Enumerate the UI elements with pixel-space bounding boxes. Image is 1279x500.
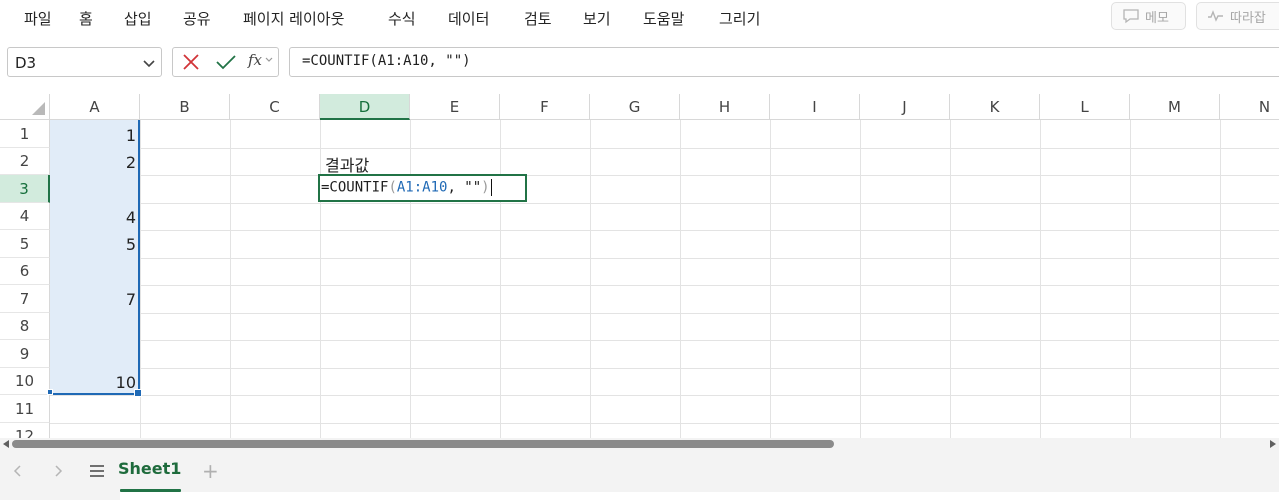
scroll-left-icon[interactable] — [3, 440, 9, 448]
tab-help[interactable]: 도움말 — [643, 8, 684, 29]
column-header-j[interactable]: J — [860, 94, 950, 120]
confirm-icon[interactable] — [215, 53, 237, 71]
formula-actions: fx — [172, 47, 279, 77]
insert-function-button[interactable]: fx — [248, 51, 273, 69]
column-header-k[interactable]: K — [950, 94, 1040, 120]
column-header-h[interactable]: H — [680, 94, 770, 120]
row-header-7[interactable]: 7 — [0, 285, 50, 313]
name-box-value: D3 — [15, 54, 37, 72]
row-header-6[interactable]: 6 — [0, 258, 50, 285]
row-header-8[interactable]: 8 — [0, 313, 50, 340]
cell-d2[interactable]: 결과값 — [325, 152, 369, 176]
formula-input[interactable]: =COUNTIF(A1:A10, "") — [289, 47, 1279, 77]
catch-up-button[interactable]: 따라잡 — [1196, 2, 1279, 30]
horizontal-scrollbar[interactable] — [0, 438, 1279, 450]
cell-a4[interactable]: 4 — [50, 208, 136, 227]
fx-icon: fx — [248, 51, 263, 69]
previous-sheet-icon[interactable] — [8, 461, 28, 481]
ribbon-menu: 파일 홈 삽입 공유 페이지 레이아웃 수식 데이터 검토 보기 도움말 그리기… — [0, 0, 1279, 36]
cell-a7[interactable]: 7 — [50, 290, 136, 309]
comments-label: 메모 — [1145, 10, 1169, 26]
cell-a10[interactable]: 10 — [50, 373, 136, 392]
select-all-button[interactable] — [0, 94, 50, 120]
scrollbar-thumb[interactable] — [12, 440, 834, 448]
cell-a2[interactable]: 2 — [50, 153, 136, 172]
column-header-c[interactable]: C — [230, 94, 320, 120]
tab-review[interactable]: 검토 — [524, 8, 552, 29]
column-header-l[interactable]: L — [1040, 94, 1130, 120]
column-header-d[interactable]: D — [320, 94, 410, 120]
column-header-m[interactable]: M — [1130, 94, 1220, 120]
row-header-3[interactable]: 3 — [0, 175, 50, 203]
row-header-1[interactable]: 1 — [0, 120, 50, 148]
tab-insert[interactable]: 삽입 — [124, 8, 152, 29]
activity-icon — [1207, 9, 1225, 23]
catch-up-label: 따라잡 — [1230, 10, 1266, 26]
chevron-down-icon[interactable] — [142, 55, 156, 74]
tab-draw[interactable]: 그리기 — [719, 8, 760, 29]
row-header-10[interactable]: 10 — [0, 368, 50, 395]
column-header-a[interactable]: A — [50, 94, 140, 120]
column-header-b[interactable]: B — [140, 94, 230, 120]
tab-file[interactable]: 파일 — [24, 8, 52, 29]
row-header-2[interactable]: 2 — [0, 148, 50, 175]
column-header-e[interactable]: E — [410, 94, 500, 120]
cell-a5[interactable]: 5 — [50, 235, 136, 254]
column-header-i[interactable]: I — [770, 94, 860, 120]
tab-view[interactable]: 보기 — [583, 8, 611, 29]
column-header-n[interactable]: N — [1220, 94, 1279, 120]
active-cell-formula: =COUNTIF(A1:A10, "") — [321, 179, 492, 196]
name-box[interactable]: D3 — [7, 47, 162, 77]
row-header-5[interactable]: 5 — [0, 230, 50, 258]
status-bar — [120, 492, 1279, 500]
row-header-4[interactable]: 4 — [0, 203, 50, 230]
row-header-12[interactable]: 12 — [0, 423, 50, 438]
cancel-icon[interactable] — [181, 53, 201, 71]
column-header-g[interactable]: G — [590, 94, 680, 120]
formula-text: =COUNTIF(A1:A10, "") — [302, 53, 471, 69]
scroll-right-icon[interactable] — [1270, 440, 1276, 448]
active-cell-editor[interactable]: =COUNTIF(A1:A10, "") — [318, 174, 527, 202]
text-cursor — [490, 179, 492, 196]
range-reference: A1:A10 — [396, 179, 448, 196]
spreadsheet-grid[interactable]: A B C D E F G H I J K L M N 1 2 3 4 5 6 … — [0, 94, 1279, 438]
comment-icon — [1122, 8, 1140, 24]
tab-page-layout[interactable]: 페이지 레이아웃 — [243, 8, 344, 29]
tab-data[interactable]: 데이터 — [448, 8, 489, 29]
chevron-down-icon — [265, 57, 273, 62]
add-sheet-button[interactable]: + — [202, 459, 219, 483]
tab-share[interactable]: 공유 — [183, 8, 211, 29]
column-header-f[interactable]: F — [500, 94, 590, 120]
row-header-9[interactable]: 9 — [0, 340, 50, 368]
next-sheet-icon[interactable] — [48, 461, 68, 481]
row-header-11[interactable]: 11 — [0, 395, 50, 423]
tab-formulas[interactable]: 수식 — [388, 8, 416, 29]
all-sheets-menu-icon[interactable] — [87, 461, 107, 481]
tab-home[interactable]: 홈 — [79, 8, 93, 29]
sheet-tab-sheet1[interactable]: Sheet1 — [118, 459, 181, 478]
cell-a1[interactable]: 1 — [50, 126, 136, 145]
comments-button[interactable]: 메모 — [1111, 2, 1186, 30]
